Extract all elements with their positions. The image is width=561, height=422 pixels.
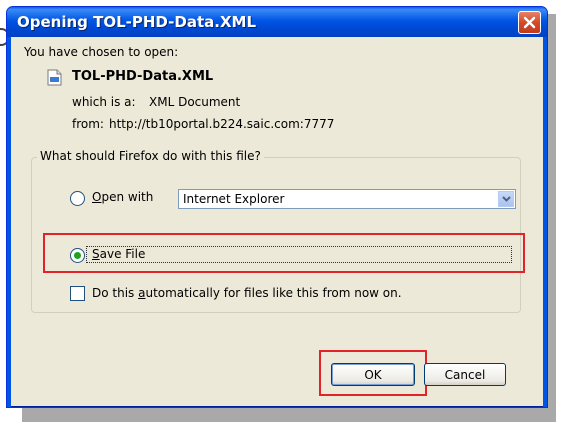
open-with-radio[interactable] [70, 191, 85, 206]
open-with-label[interactable]: Open with [92, 190, 153, 204]
xml-file-icon [47, 69, 62, 86]
dropdown-button[interactable] [498, 191, 514, 207]
window-frame-right [543, 37, 547, 407]
save-file-focus-outline [86, 246, 512, 263]
ok-button[interactable]: OK [331, 363, 415, 386]
action-group-legend: What should Firefox do with this file? [37, 149, 264, 163]
title-bar[interactable]: Opening TOL-PHD-Data.XML [7, 7, 547, 37]
auto-checkbox[interactable] [70, 286, 85, 301]
source-label: from: [72, 117, 104, 131]
chevron-down-icon [501, 196, 511, 202]
file-type-label: which is a: [72, 95, 136, 109]
file-type-value: XML Document [149, 95, 241, 109]
application-select-value: Internet Explorer [183, 192, 285, 206]
application-select[interactable]: Internet Explorer [178, 189, 516, 209]
opening-file-dialog: Opening TOL-PHD-Data.XML You have chosen… [6, 6, 548, 408]
save-file-radio[interactable] [70, 248, 85, 263]
window-title: Opening TOL-PHD-Data.XML [17, 13, 257, 31]
close-button[interactable] [518, 11, 541, 34]
save-file-label[interactable]: Save File [92, 247, 145, 261]
cancel-button[interactable]: Cancel [424, 363, 506, 386]
source-url: http://tb10portal.b224.saic.com:7777 [109, 117, 335, 131]
close-icon [523, 16, 536, 29]
radio-selected-dot [74, 252, 81, 259]
intro-text: You have chosen to open: [24, 45, 179, 59]
drop-shadow-right [548, 14, 556, 414]
file-name: TOL-PHD-Data.XML [72, 69, 214, 84]
auto-checkbox-label[interactable]: Do this automatically for files like thi… [92, 286, 402, 300]
